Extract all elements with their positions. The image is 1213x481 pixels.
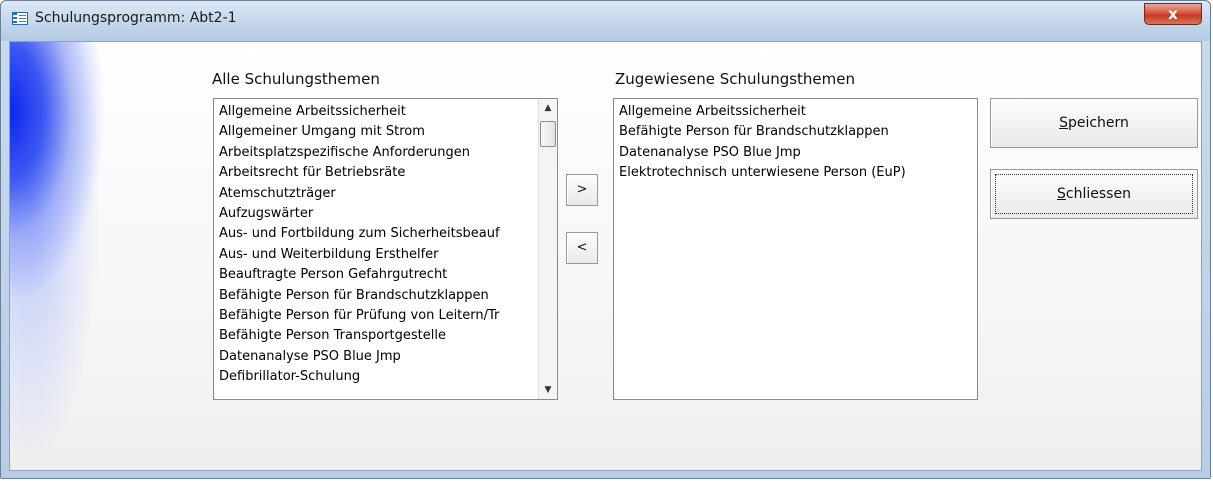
assigned-topic-item[interactable]: Befähigte Person für Brandschutzklappen	[619, 122, 977, 142]
topic-list-item[interactable]: Defibrillator-Schulung	[219, 367, 557, 387]
topic-list-item[interactable]: Befähigte Person für Brandschutzklappen	[219, 286, 557, 306]
topic-list-item[interactable]: Atemschutzträger	[219, 184, 557, 204]
form-icon	[12, 12, 28, 25]
scroll-up-icon[interactable]: ▲	[539, 99, 557, 117]
topic-list-item[interactable]: Allgemeiner Umgang mit Strom	[219, 122, 557, 142]
save-button[interactable]: Speichern	[990, 98, 1198, 148]
assigned-topic-item[interactable]: Datenanalyse PSO Blue Jmp	[619, 143, 977, 163]
save-label: peichern	[1067, 115, 1129, 131]
focus-ring	[995, 174, 1193, 214]
assigned-topic-item[interactable]: Elektrotechnisch unterwiesene Person (Eu…	[619, 163, 977, 183]
all-topics-listbox[interactable]: Allgemeine Arbeitssicherheit Allgemeiner …	[213, 98, 558, 400]
add-topic-button[interactable]: >	[566, 174, 598, 206]
assigned-topics-label: Zugewiesene Schulungsthemen	[615, 70, 856, 88]
topic-list-item[interactable]: Datenanalyse PSO Blue Jmp	[219, 347, 557, 367]
remove-topic-button[interactable]: <	[566, 232, 598, 264]
assigned-topics-listbox[interactable]: Allgemeine Arbeitssicherheit Befähigte Pe…	[613, 98, 978, 400]
scroll-down-icon[interactable]: ▼	[539, 381, 557, 399]
close-button[interactable]: Schliessen	[990, 169, 1198, 219]
topic-list-item[interactable]: Befähigte Person für Prüfung von Leitern…	[219, 306, 557, 326]
topic-list-item[interactable]: Allgemeine Arbeitssicherheit	[219, 102, 557, 122]
topic-list-item[interactable]: Befähigte Person Transportgestelle	[219, 326, 557, 346]
vertical-scrollbar[interactable]: ▲ ▼	[538, 99, 557, 399]
all-topics-label: Alle Schulungsthemen	[212, 70, 380, 88]
form-body: Alle Schulungsthemen Allgemeine Arbeitss…	[9, 41, 1202, 471]
title-bar[interactable]: Schulungsprogramm: Abt2-1 x	[1, 1, 1210, 41]
close-window-button[interactable]: x	[1144, 3, 1202, 25]
scroll-thumb[interactable]	[540, 121, 556, 147]
decorative-gradient	[10, 42, 180, 470]
save-mnemonic: S	[1059, 115, 1068, 131]
assigned-topics-list: Allgemeine Arbeitssicherheit Befähigte Pe…	[614, 99, 977, 184]
window-title: Schulungsprogramm: Abt2-1	[35, 10, 237, 26]
dialog-window: Schulungsprogramm: Abt2-1 x Alle Schulun…	[0, 0, 1211, 479]
topic-list-item[interactable]: Aus- und Weiterbildung Ersthelfer	[219, 245, 557, 265]
topic-list-item[interactable]: Beauftragte Person Gefahrgutrecht	[219, 265, 557, 285]
assigned-topic-item[interactable]: Allgemeine Arbeitssicherheit	[619, 102, 977, 122]
all-topics-list: Allgemeine Arbeitssicherheit Allgemeiner …	[214, 99, 557, 387]
topic-list-item[interactable]: Aufzugswärter	[219, 204, 557, 224]
topic-list-item[interactable]: Aus- und Fortbildung zum Sicherheitsbeau…	[219, 224, 557, 244]
topic-list-item[interactable]: Arbeitsplatzspezifische Anforderungen	[219, 143, 557, 163]
topic-list-item[interactable]: Arbeitsrecht für Betriebsräte	[219, 163, 557, 183]
